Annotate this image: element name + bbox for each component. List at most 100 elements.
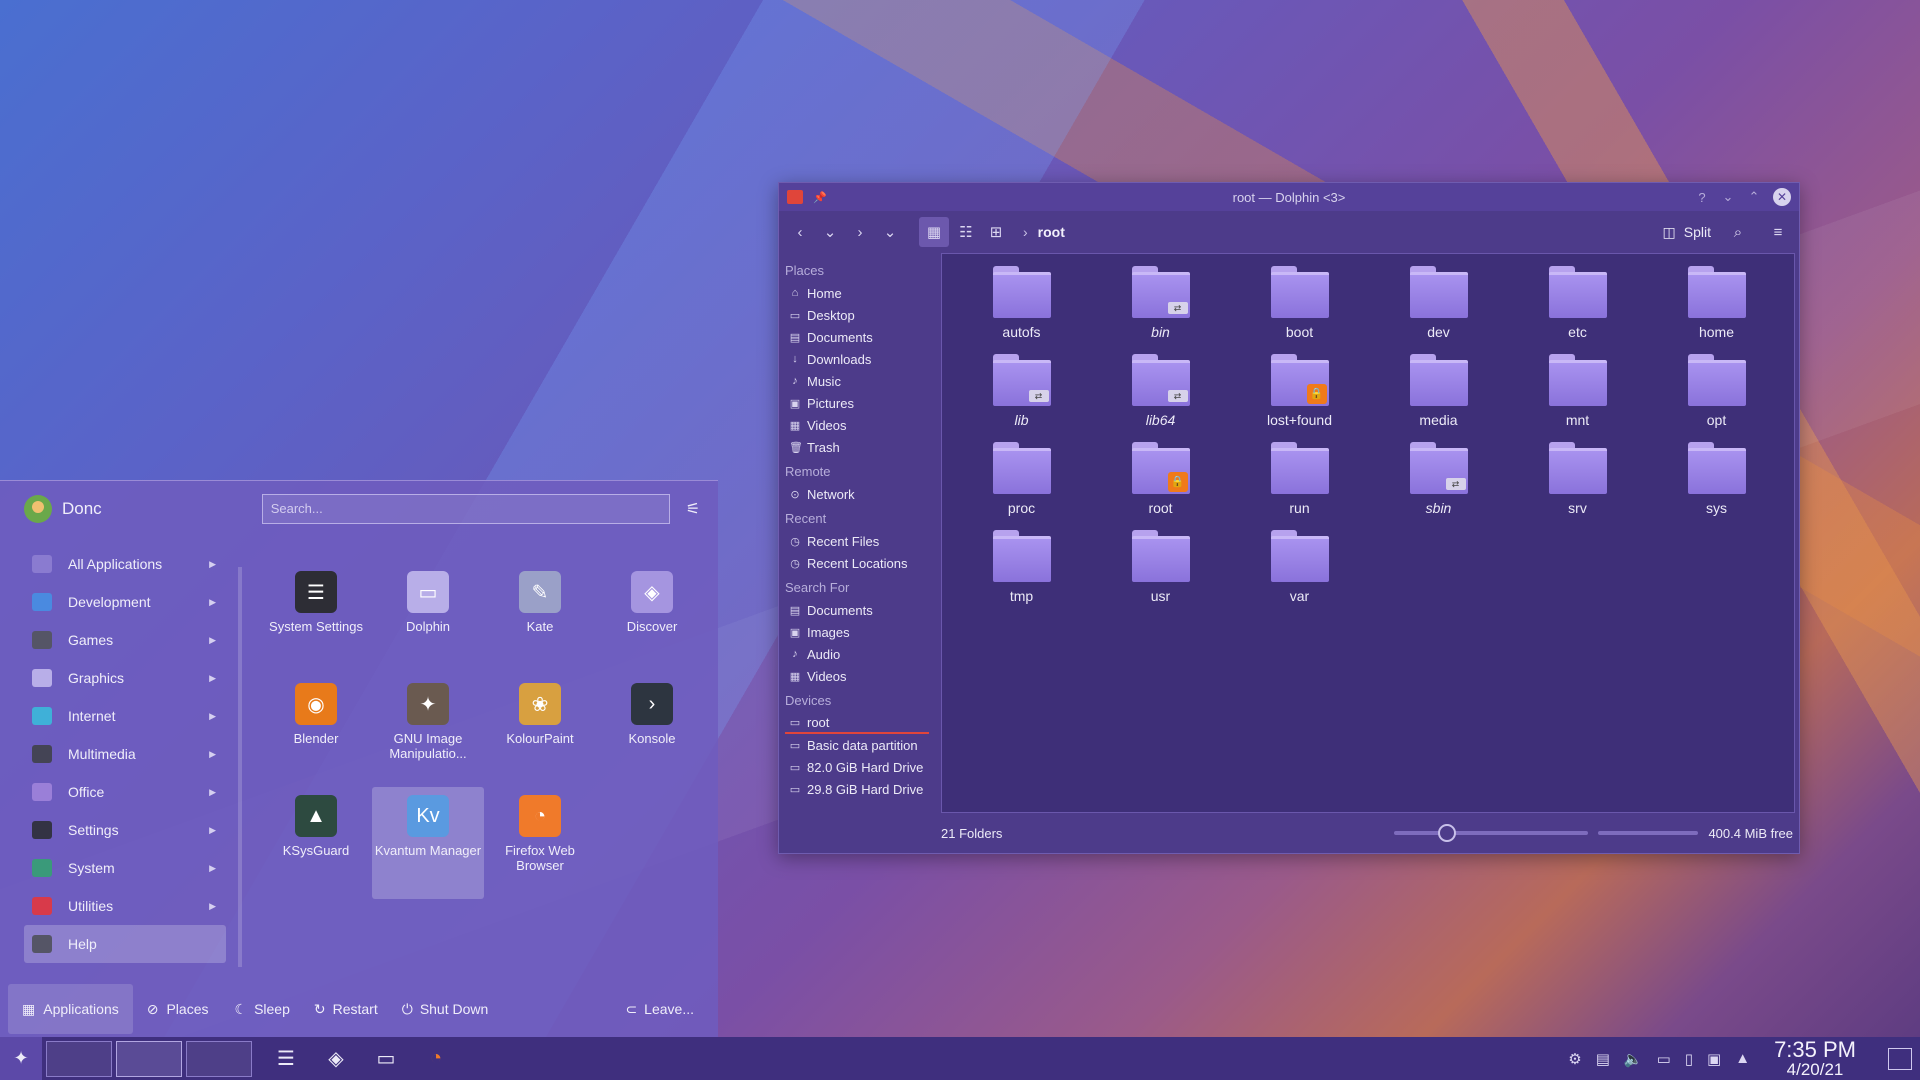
hamburger-menu-icon[interactable]: ≡ [1765, 219, 1791, 245]
folder-item[interactable]: usr [1091, 530, 1230, 604]
places-item[interactable]: ▣ Pictures [785, 392, 939, 414]
task-discover-icon[interactable]: ◈ [316, 1039, 356, 1079]
places-item[interactable]: ▭ 29.8 GiB Hard Drive [785, 778, 939, 800]
places-item[interactable]: ◷ Recent Locations [785, 552, 939, 574]
split-button[interactable]: ◫ Split [1663, 224, 1711, 241]
desktop-3[interactable] [186, 1040, 252, 1077]
folder-item[interactable]: srv [1508, 442, 1647, 516]
category-item[interactable]: Settings ▶ [24, 811, 226, 849]
forward-button[interactable]: › [847, 219, 873, 245]
window-titlebar[interactable]: 📌 root — Dolphin <3> ? ⌄ ⌃ ✕ [779, 183, 1799, 211]
close-icon[interactable]: ✕ [1773, 188, 1791, 206]
network-status-icon[interactable]: ▭ [1657, 1050, 1671, 1068]
places-item[interactable]: ▭ 82.0 GiB Hard Drive [785, 756, 939, 778]
places-item[interactable]: ↓ Downloads [785, 348, 939, 370]
places-item[interactable]: ▣ Images [785, 621, 939, 643]
folder-item[interactable]: boot [1230, 266, 1369, 340]
app-tile[interactable]: ✎ Kate [484, 563, 596, 675]
back-button[interactable]: ‹ [787, 219, 813, 245]
folder-item[interactable]: ⇄ lib [952, 354, 1091, 428]
configure-icon[interactable]: ⚟ [686, 499, 700, 519]
app-tile[interactable]: ✦ GNU Image Manipulatio... [372, 675, 484, 787]
minimize-icon[interactable]: ⌄ [1721, 189, 1735, 205]
help-icon[interactable]: ? [1695, 190, 1709, 205]
places-item[interactable]: 🗑 Trash [785, 436, 939, 458]
places-item[interactable]: ▭ Basic data partition [785, 734, 939, 756]
places-item[interactable]: ⌂ Home [785, 282, 939, 304]
shutdown-button[interactable]: ⏻ Shut Down [390, 1001, 501, 1018]
restart-button[interactable]: ↻ Restart [302, 1001, 390, 1018]
accessibility-icon[interactable]: ⚙ [1568, 1050, 1581, 1068]
app-tile[interactable]: ▲ KSysGuard [260, 787, 372, 899]
category-item[interactable]: Office ▶ [24, 773, 226, 811]
folder-item[interactable]: etc [1508, 266, 1647, 340]
folder-item[interactable]: ⇄ lib64 [1091, 354, 1230, 428]
task-firefox-icon[interactable]: ◔ [416, 1039, 456, 1079]
folder-item[interactable]: proc [952, 442, 1091, 516]
clock[interactable]: 7:35 PM 4/20/21 [1774, 1039, 1856, 1079]
places-item[interactable]: ♪ Music [785, 370, 939, 392]
details-view-button[interactable]: ⊞ [983, 219, 1009, 245]
app-tile[interactable]: ❀ KolourPaint [484, 675, 596, 787]
folder-item[interactable]: sys [1647, 442, 1786, 516]
display-icon[interactable]: ▣ [1707, 1050, 1721, 1068]
app-tile[interactable]: ☰ System Settings [260, 563, 372, 675]
pin-icon[interactable]: 📌 [813, 191, 827, 204]
tab-places[interactable]: ⊘ Places [133, 984, 223, 1034]
app-tile[interactable]: ▭ Dolphin [372, 563, 484, 675]
folder-item[interactable]: 🔒 lost+found [1230, 354, 1369, 428]
category-item[interactable]: Graphics ▶ [24, 659, 226, 697]
task-system-settings-icon[interactable]: ☰ [266, 1039, 306, 1079]
app-tile[interactable]: Kv Kvantum Manager [372, 787, 484, 899]
places-item[interactable]: ◷ Recent Files [785, 530, 939, 552]
clipboard-icon[interactable]: ▤ [1596, 1050, 1610, 1068]
folder-item[interactable]: var [1230, 530, 1369, 604]
breadcrumb[interactable]: root [1038, 224, 1065, 240]
search-button[interactable]: ⌕ [1725, 219, 1751, 245]
folder-item[interactable]: opt [1647, 354, 1786, 428]
task-dolphin-icon[interactable]: ▭ [366, 1039, 406, 1079]
battery-icon[interactable]: ▯ [1685, 1050, 1693, 1068]
avatar[interactable] [24, 495, 52, 523]
folder-item[interactable]: home [1647, 266, 1786, 340]
category-item[interactable]: System ▶ [24, 849, 226, 887]
folder-item[interactable]: ⇄ bin [1091, 266, 1230, 340]
folder-item[interactable]: dev [1369, 266, 1508, 340]
app-tile[interactable]: ◈ Discover [596, 563, 708, 675]
folder-item[interactable]: media [1369, 354, 1508, 428]
category-item[interactable]: Help [24, 925, 226, 963]
places-item[interactable]: ▤ Documents [785, 326, 939, 348]
app-tile[interactable]: ◉ Blender [260, 675, 372, 787]
places-item[interactable]: ▤ Documents [785, 599, 939, 621]
maximize-icon[interactable]: ⌃ [1747, 189, 1761, 205]
show-desktop-button[interactable] [1888, 1047, 1912, 1070]
compact-view-button[interactable]: ☷ [953, 219, 979, 245]
tab-applications[interactable]: ▦ Applications [8, 984, 133, 1034]
category-item[interactable]: Games ▶ [24, 621, 226, 659]
places-item[interactable]: ▦ Videos [785, 414, 939, 436]
folder-item[interactable]: autofs [952, 266, 1091, 340]
file-view[interactable]: autofs ⇄ bin boot dev etc home ⇄ lib ⇄ lib6… [941, 253, 1795, 813]
places-item[interactable]: ⊙ Network [785, 483, 939, 505]
volume-icon[interactable]: 🔈 [1624, 1050, 1643, 1068]
app-tile[interactable]: › Konsole [596, 675, 708, 787]
icons-view-button[interactable]: ▦ [919, 217, 949, 247]
places-item[interactable]: ♪ Audio [785, 643, 939, 665]
places-item[interactable]: ▦ Videos [785, 665, 939, 687]
tray-expand-icon[interactable]: ▲ [1735, 1050, 1750, 1067]
search-input[interactable]: Search... [261, 494, 670, 524]
folder-item[interactable]: tmp [952, 530, 1091, 604]
category-item[interactable]: Multimedia ▶ [24, 735, 226, 773]
folder-item[interactable]: 🔒 root [1091, 442, 1230, 516]
leave-button[interactable]: ⊂ Leave... [625, 1001, 694, 1018]
category-item[interactable]: Utilities ▶ [24, 887, 226, 925]
desktop-2[interactable] [116, 1040, 182, 1077]
category-item[interactable]: Development ▶ [24, 583, 226, 621]
forward-history-icon[interactable]: ⌄ [877, 219, 903, 245]
back-history-icon[interactable]: ⌄ [817, 219, 843, 245]
folder-item[interactable]: run [1230, 442, 1369, 516]
folder-item[interactable]: mnt [1508, 354, 1647, 428]
places-item[interactable]: ▭ Desktop [785, 304, 939, 326]
category-item[interactable]: Internet ▶ [24, 697, 226, 735]
zoom-slider[interactable] [1394, 824, 1589, 842]
